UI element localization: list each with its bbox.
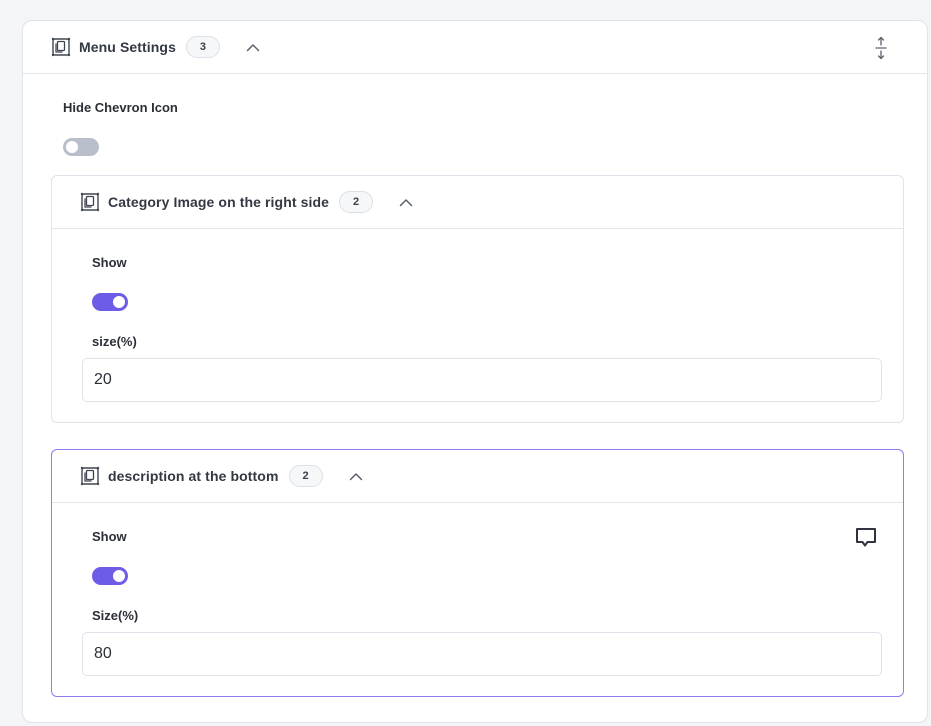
vertical-resize-icon[interactable] [873, 36, 889, 60]
category-image-header[interactable]: Category Image on the right side 2 [52, 176, 903, 229]
description-bottom-size-input[interactable] [82, 632, 882, 676]
category-image-size-input[interactable] [82, 358, 882, 402]
hide-chevron-toggle[interactable] [63, 138, 99, 156]
description-bottom-show-toggle[interactable] [92, 567, 128, 585]
comment-icon[interactable] [853, 525, 879, 551]
toggle-knob [66, 141, 78, 153]
category-image-count-badge: 2 [339, 191, 374, 213]
card-copy-icon [80, 466, 100, 486]
menu-settings-header[interactable]: Menu Settings 3 [23, 21, 927, 74]
toggle-knob [113, 570, 125, 582]
category-image-show-label: Show [92, 255, 127, 270]
page: Menu Settings 3 Hide Chevron Icon Catego… [0, 0, 931, 726]
description-bottom-section: description at the bottom 2 Show Size(%) [51, 449, 904, 697]
category-image-size-label: size(%) [92, 334, 137, 349]
menu-settings-count-badge: 3 [185, 36, 220, 58]
category-image-show-toggle[interactable] [92, 293, 128, 311]
description-bottom-show-label: Show [92, 529, 127, 544]
description-bottom-size-label: Size(%) [92, 608, 139, 623]
chevron-up-icon[interactable] [347, 467, 365, 485]
chevron-up-icon[interactable] [397, 193, 415, 211]
chevron-up-icon[interactable] [244, 38, 262, 56]
description-bottom-header[interactable]: description at the bottom 2 [52, 450, 903, 503]
hide-chevron-label: Hide Chevron Icon [63, 100, 178, 115]
menu-settings-title: Menu Settings [79, 39, 176, 55]
card-copy-icon [51, 37, 71, 57]
menu-settings-panel: Menu Settings 3 Hide Chevron Icon Catego… [22, 20, 928, 723]
description-bottom-count-badge: 2 [288, 465, 323, 487]
toggle-knob [113, 296, 125, 308]
card-copy-icon [80, 192, 100, 212]
category-image-title: Category Image on the right side [108, 194, 330, 210]
description-bottom-title: description at the bottom [108, 468, 279, 484]
category-image-section: Category Image on the right side 2 Show … [51, 175, 904, 423]
